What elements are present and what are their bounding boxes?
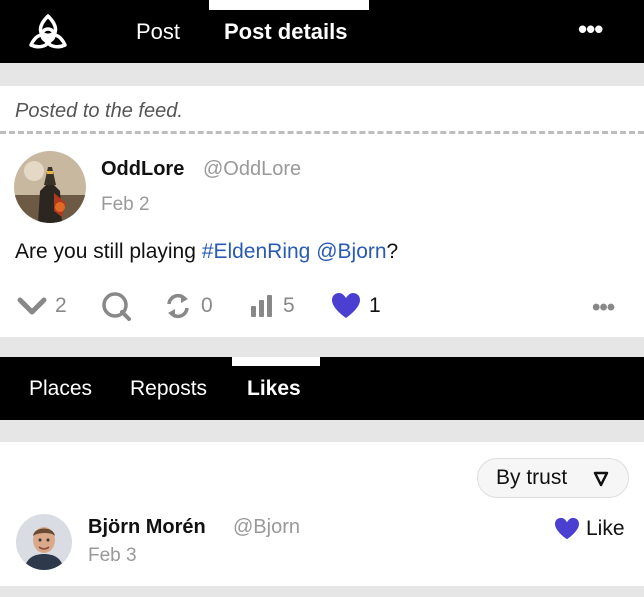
author-handle[interactable]: @OddLore <box>203 158 301 181</box>
hashtag-link[interactable]: #EldenRing <box>202 240 311 263</box>
top-nav-bar: Post Post details ••• <box>0 0 644 63</box>
liker-like-button[interactable]: Like <box>554 514 625 544</box>
detail-tabs-bar: Places Reposts Likes <box>0 357 644 420</box>
active-tab-indicator <box>209 0 369 10</box>
upvote-count: 2 <box>55 294 67 317</box>
tab-likes[interactable]: Likes <box>247 377 301 401</box>
post-text: Are you still playing #EldenRing @Bjorn? <box>15 240 398 264</box>
post-text-start: Are you still playing <box>15 240 202 263</box>
like-count: 1 <box>369 294 381 317</box>
liker-name[interactable]: Björn Morén <box>88 516 206 539</box>
views-button[interactable]: 5 <box>249 288 295 324</box>
triquetra-logo-icon[interactable] <box>26 12 70 52</box>
likes-list: By trust Björn Morén @Bjorn Feb 3 Like <box>0 442 644 586</box>
notice-text: Posted to the feed. <box>15 100 183 122</box>
reply-button[interactable] <box>101 288 131 324</box>
comment-bubble-icon <box>102 292 131 321</box>
tab-post-details[interactable]: Post details <box>224 18 347 46</box>
bar-chart-icon <box>251 295 272 317</box>
liker-avatar[interactable] <box>16 514 72 570</box>
triangle-down-icon <box>593 471 609 487</box>
liker-handle[interactable]: @Bjorn <box>233 516 300 539</box>
chevron-down-icon <box>17 297 47 315</box>
tab-post[interactable]: Post <box>136 18 180 46</box>
like-label: Like <box>586 517 625 540</box>
post-actions: 2 0 5 1 ••• <box>0 288 644 324</box>
post-card: OddLore @OddLore Feb 2 Are you still pla… <box>0 134 644 337</box>
liker-date: Feb 3 <box>88 545 137 566</box>
author-avatar[interactable] <box>14 151 86 223</box>
mention-link[interactable]: @Bjorn <box>316 240 386 263</box>
upvote-button[interactable]: 2 <box>17 288 67 324</box>
repost-button[interactable]: 0 <box>163 288 213 324</box>
active-subtab-indicator <box>232 357 320 366</box>
more-menu-icon[interactable]: ••• <box>578 14 603 45</box>
sort-label: By trust <box>496 466 568 489</box>
author-name[interactable]: OddLore <box>101 158 184 181</box>
post-more-icon[interactable]: ••• <box>592 290 615 326</box>
posted-notice: Posted to the feed. <box>0 86 644 134</box>
like-button[interactable]: 1 <box>331 288 381 324</box>
heart-icon <box>555 517 579 540</box>
views-count: 5 <box>283 294 295 317</box>
tab-places[interactable]: Places <box>29 377 92 401</box>
repost-icon <box>167 293 189 319</box>
heart-icon <box>332 293 360 318</box>
post-text-end: ? <box>386 240 399 263</box>
tab-reposts[interactable]: Reposts <box>130 377 207 401</box>
sort-dropdown[interactable]: By trust <box>477 458 629 498</box>
post-date[interactable]: Feb 2 <box>101 194 150 216</box>
repost-count: 0 <box>201 294 213 317</box>
